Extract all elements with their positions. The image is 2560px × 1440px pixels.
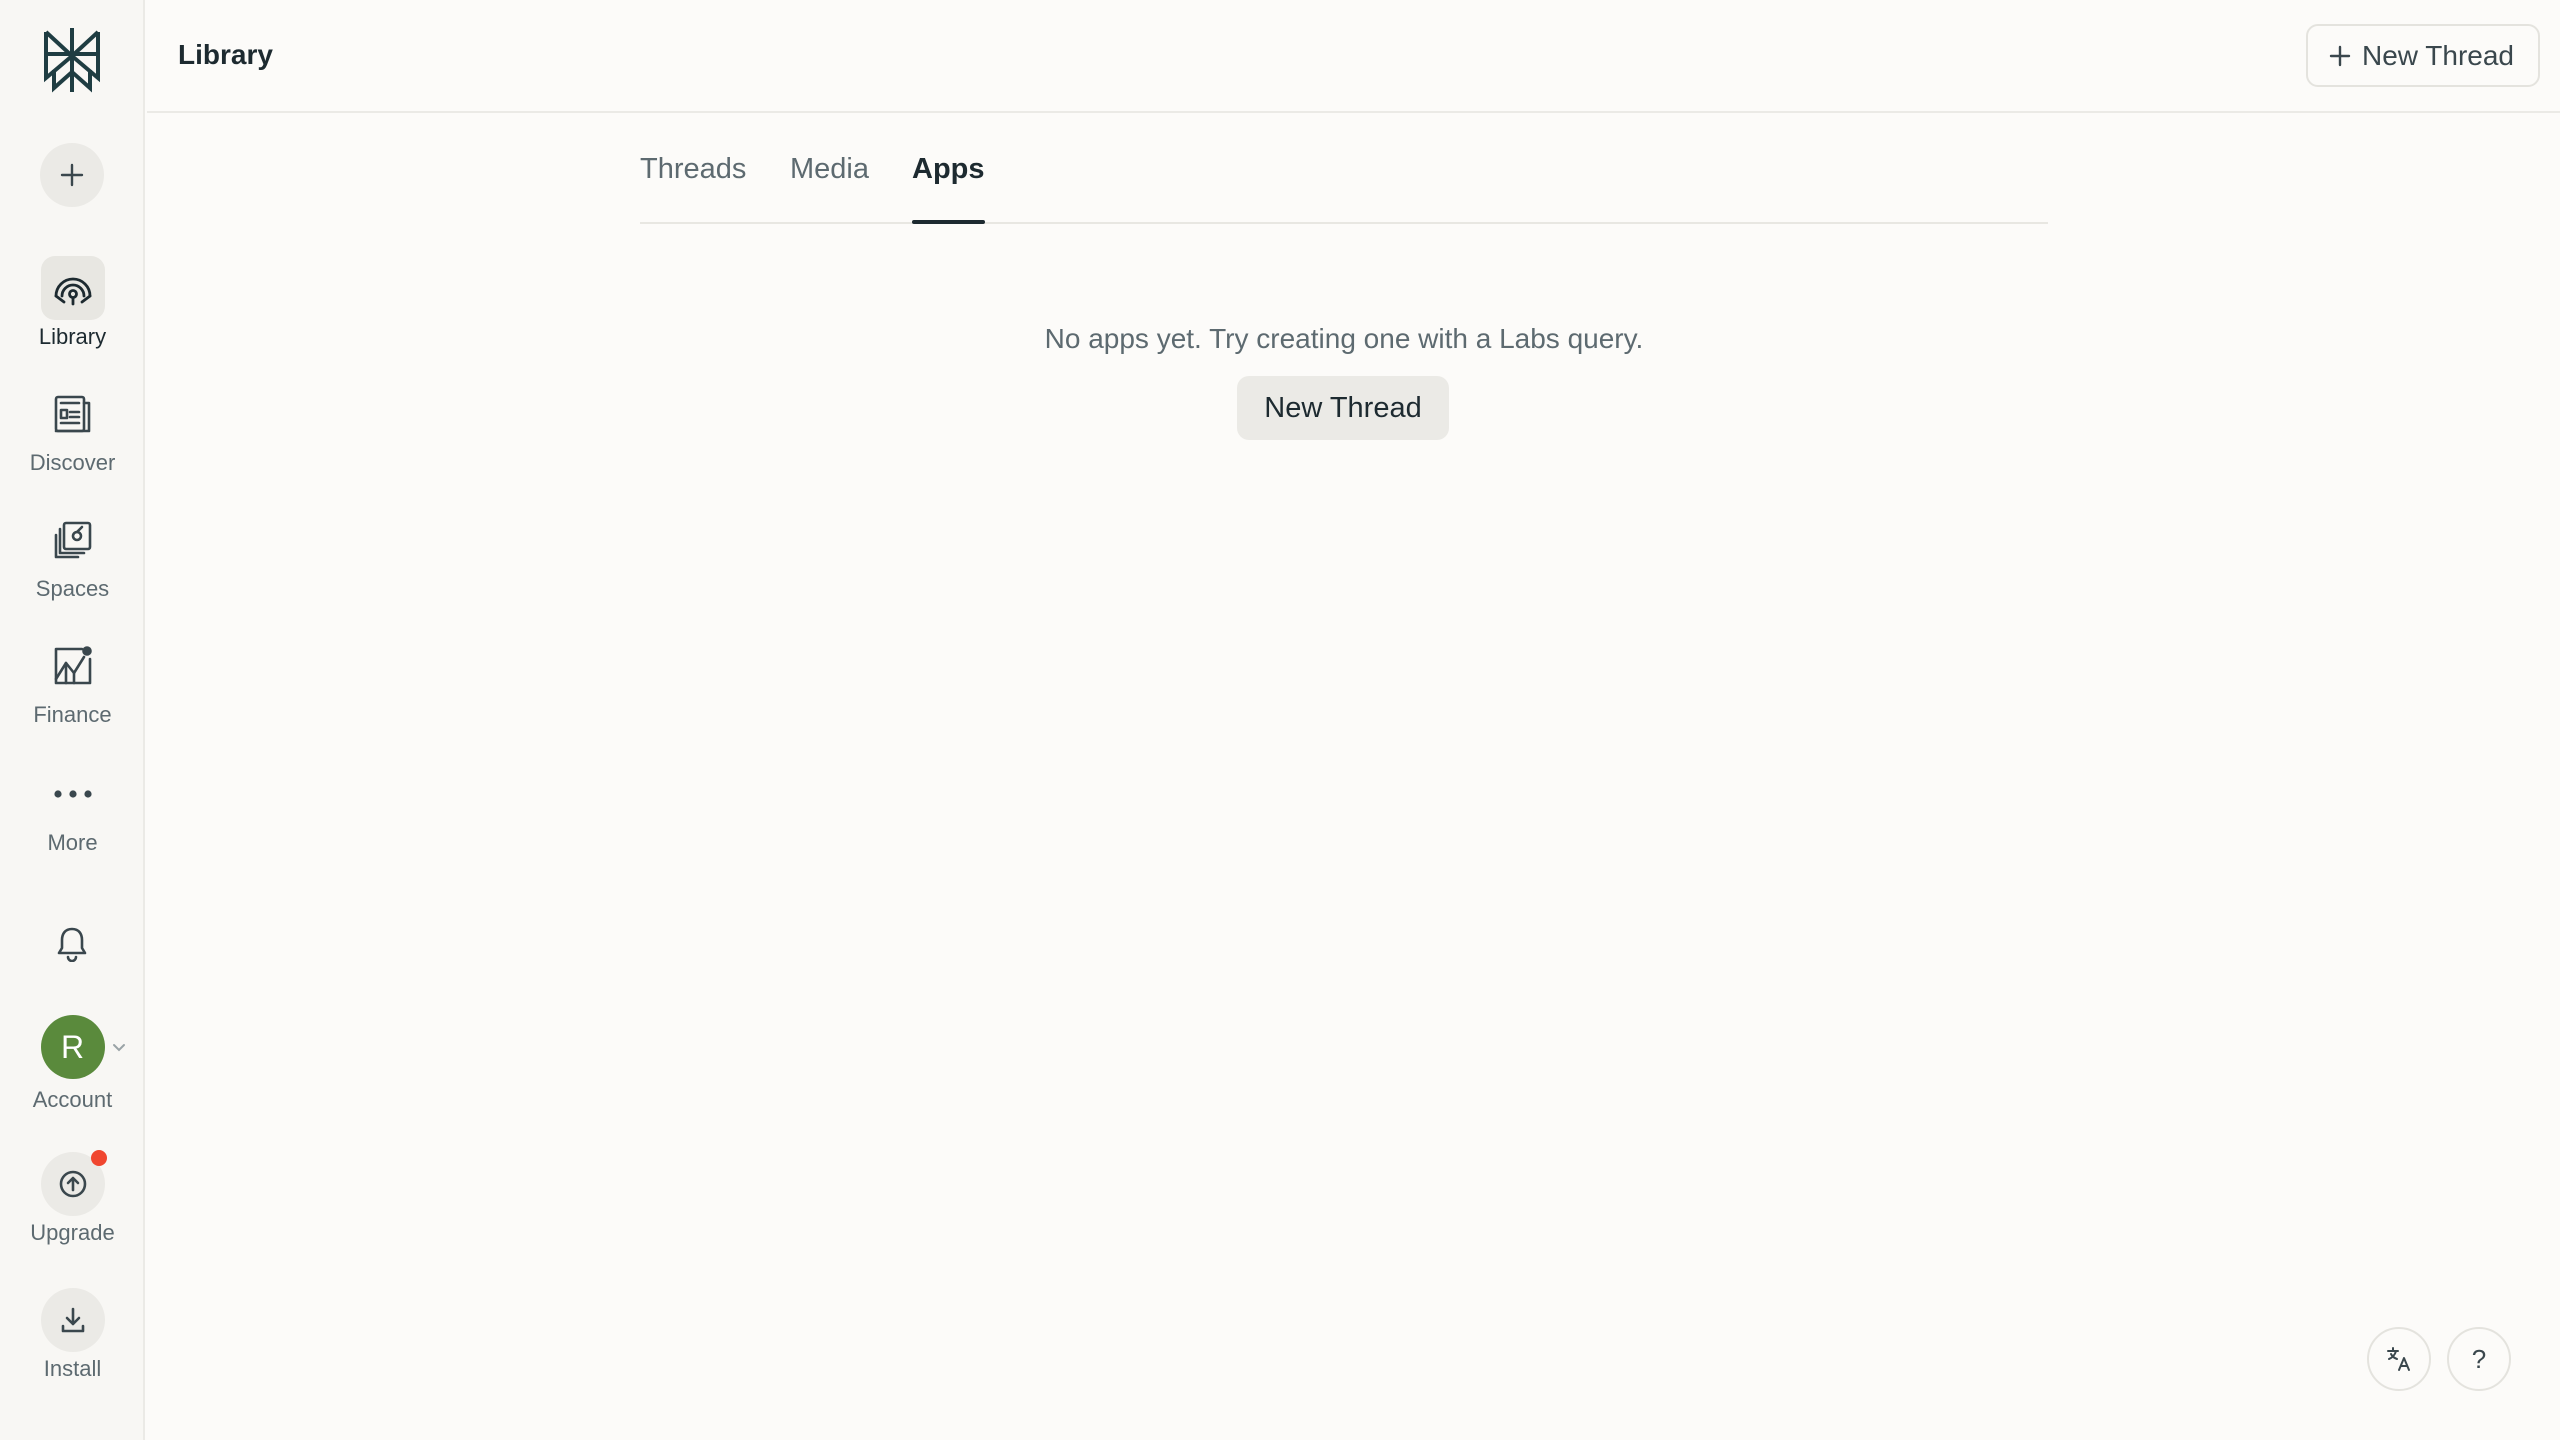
tab-threads[interactable]: Threads	[640, 152, 746, 222]
sidebar-item-library[interactable]: Library	[0, 256, 145, 350]
sidebar-item-more[interactable]: More	[0, 762, 145, 856]
plus-icon	[2329, 45, 2351, 66]
sidebar-item-label: More	[47, 830, 98, 855]
tab-apps[interactable]: Apps	[912, 152, 985, 224]
help-button[interactable]: ?	[2447, 1327, 2511, 1391]
upgrade-button	[40, 1150, 107, 1216]
empty-state-message: No apps yet. Try creating one with a Lab…	[1044, 323, 1644, 354]
new-thread-label: New Thread	[2361, 39, 2514, 71]
translate-icon	[2387, 1347, 2410, 1371]
library-tabs: Threads Media Apps	[640, 140, 2048, 224]
sidebar-item-finance[interactable]: Finance	[0, 634, 145, 728]
sidebar-item-label: Spaces	[35, 576, 110, 601]
new-thread-plus-button[interactable]	[40, 143, 104, 207]
new-thread-button[interactable]: New Thread	[2305, 24, 2540, 87]
perplexity-logo-icon[interactable]	[36, 24, 108, 96]
spaces-icon	[41, 508, 105, 572]
arrow-up-circle-icon	[59, 1170, 86, 1198]
account-menu[interactable]: R Account	[0, 1015, 145, 1113]
sidebar-item-discover[interactable]: Discover	[0, 382, 145, 476]
sidebar-item-label: Library	[38, 324, 107, 349]
empty-state-new-thread-button[interactable]: New Thread	[1237, 376, 1449, 440]
language-button[interactable]	[2367, 1327, 2431, 1391]
discover-icon	[41, 382, 105, 446]
finance-icon	[41, 634, 105, 698]
chevron-down-icon	[112, 1044, 125, 1052]
notifications-button[interactable]	[40, 912, 104, 976]
sidebar-item-label: Install	[43, 1356, 102, 1381]
sidebar-item-label: Finance	[33, 702, 112, 727]
sidebar-item-label: Upgrade	[30, 1220, 115, 1245]
bell-icon	[57, 927, 87, 962]
sidebar-item-label: Discover	[29, 450, 116, 475]
top-header: Library New Thread	[147, 0, 2560, 113]
avatar: R	[40, 1015, 105, 1079]
page-title: Library	[178, 39, 273, 70]
download-icon	[61, 1307, 84, 1333]
more-dots-icon	[41, 762, 105, 826]
sidebar: Library Discover Spaces Finance More R A…	[0, 0, 145, 1440]
notification-badge	[90, 1150, 107, 1166]
sidebar-item-upgrade[interactable]: Upgrade	[0, 1150, 145, 1246]
tab-media[interactable]: Media	[790, 152, 869, 222]
account-label: Account	[32, 1087, 113, 1112]
install-button	[40, 1288, 105, 1352]
sidebar-item-spaces[interactable]: Spaces	[0, 508, 145, 602]
library-icon	[40, 256, 105, 320]
sidebar-item-install[interactable]: Install	[0, 1288, 145, 1382]
